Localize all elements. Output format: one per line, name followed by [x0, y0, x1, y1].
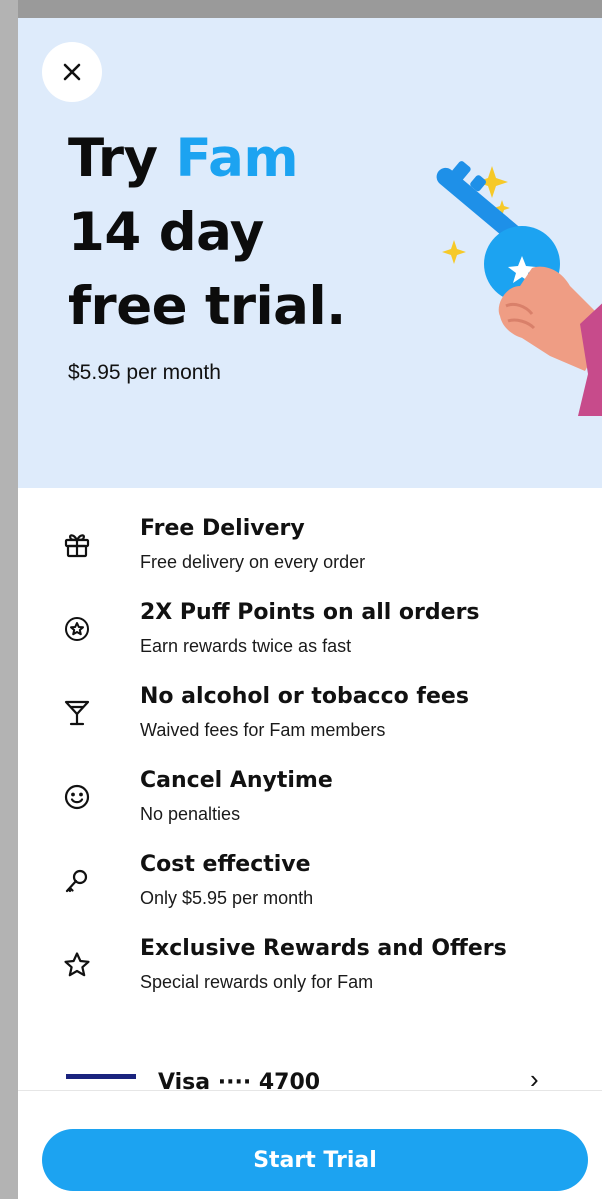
title-line-3: free trial. [68, 276, 346, 337]
payment-method-row[interactable]: Visa ···· 4700 › [18, 1070, 602, 1090]
window-top-border [0, 0, 602, 18]
price-text: $5.95 per month [68, 361, 221, 384]
star-outline-icon [62, 950, 92, 980]
benefit-item-cost-effective: Cost effective Only $5.95 per month [18, 844, 602, 928]
close-button[interactable] [42, 42, 102, 102]
footer-bar: Start Trial [18, 1090, 602, 1199]
benefit-title: Exclusive Rewards and Offers [140, 936, 507, 961]
benefit-subtitle: Special rewards only for Fam [140, 972, 374, 992]
payment-method-label: Visa ···· 4700 [158, 1070, 321, 1090]
benefit-item-no-fees: No alcohol or tobacco fees Waived fees f… [18, 676, 602, 760]
benefit-title: No alcohol or tobacco fees [140, 684, 469, 709]
benefit-item-cancel-anytime: Cancel Anytime No penalties [18, 760, 602, 844]
brand-name: Fam [175, 128, 299, 189]
key-in-hand-illustration [436, 161, 602, 416]
start-trial-button[interactable]: Start Trial [42, 1129, 588, 1191]
title-prefix: Try [68, 128, 176, 189]
gift-icon [62, 530, 92, 560]
benefit-title: Free Delivery [140, 516, 305, 541]
benefit-subtitle: Only $5.95 per month [140, 888, 314, 908]
benefit-item-puff-points: 2X Puff Points on all orders Earn reward… [18, 592, 602, 676]
benefit-title: 2X Puff Points on all orders [140, 600, 480, 625]
benefit-item-free-delivery: Free Delivery Free delivery on every ord… [18, 508, 602, 592]
page-title: Try Fam 14 day free trial. [68, 122, 346, 344]
benefit-subtitle: Waived fees for Fam members [140, 720, 386, 740]
window-left-border [0, 0, 18, 1199]
star-badge-icon [62, 614, 92, 644]
benefit-title: Cancel Anytime [140, 768, 333, 793]
cocktail-glass-icon [62, 698, 92, 728]
benefits-list: Free Delivery Free delivery on every ord… [18, 508, 602, 1012]
benefit-title: Cost effective [140, 852, 311, 877]
benefit-subtitle: Free delivery on every order [140, 552, 366, 572]
trial-offer-screen: Try Fam 14 day free trial. $5.95 per mon… [18, 18, 602, 1199]
hero-banner: Try Fam 14 day free trial. $5.95 per mon… [18, 18, 602, 488]
key-icon [62, 866, 92, 896]
close-icon [63, 63, 81, 81]
benefit-subtitle: No penalties [140, 804, 241, 824]
visa-card-icon [66, 1074, 136, 1090]
chevron-right-icon: › [530, 1070, 539, 1090]
benefit-item-exclusive-rewards: Exclusive Rewards and Offers Special rew… [18, 928, 602, 1012]
benefit-subtitle: Earn rewards twice as fast [140, 636, 352, 656]
smiley-icon [62, 782, 92, 812]
title-line-2: 14 day [68, 202, 264, 263]
